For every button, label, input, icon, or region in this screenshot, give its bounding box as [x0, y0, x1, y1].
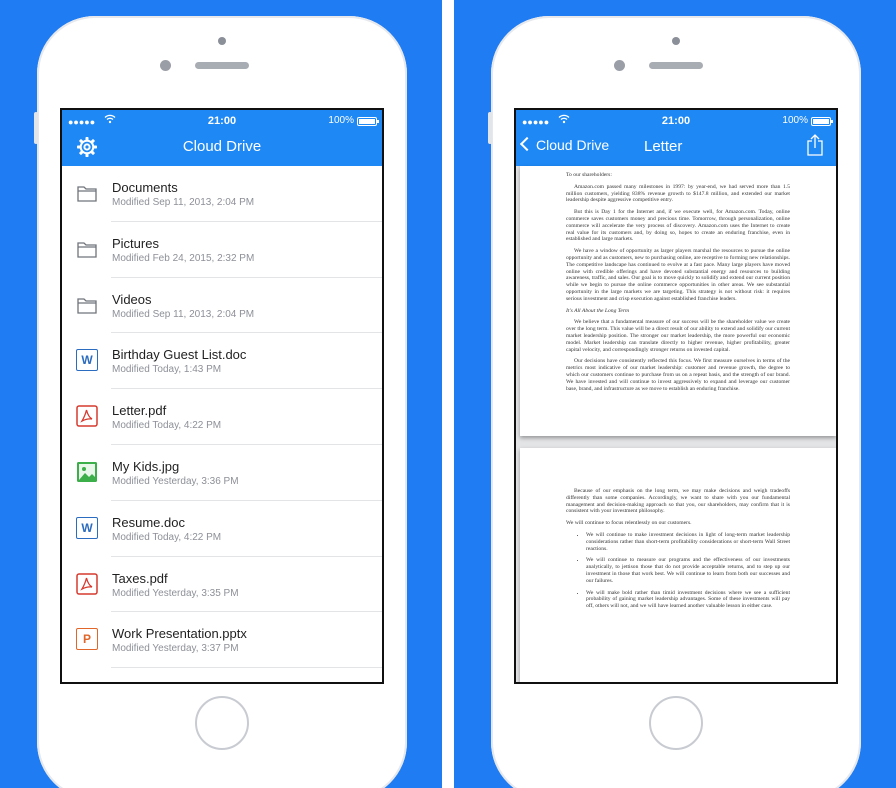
- battery-percent: 100%: [328, 115, 354, 126]
- file-modified: Modified Today, 4:22 PM: [112, 420, 222, 432]
- home-button[interactable]: [195, 696, 249, 750]
- file-modified: Modified Yesterday, 3:37 PM: [112, 643, 239, 655]
- folder-icon: [76, 294, 98, 316]
- file-row-my-kids[interactable]: My Kids.jpg Modified Yesterday, 3:36 PM: [62, 445, 382, 501]
- document-viewer[interactable]: To our shareholders: Amazon.com passed m…: [516, 166, 836, 682]
- document-page-2: Because of our emphasis on the long term…: [520, 448, 836, 682]
- right-panel: ●●●●● 21:00 100% Cloud Drive Letter To o…: [454, 0, 896, 788]
- file-modified: Modified Sep 11, 2013, 2:04 PM: [112, 197, 255, 208]
- file-row-letter[interactable]: Letter.pdf Modified Today, 4:22 PM: [62, 389, 382, 445]
- file-modified: Modified Feb 24, 2015, 2:32 PM: [112, 252, 255, 264]
- file-modified: Modified Yesterday, 3:36 PM: [112, 475, 239, 487]
- word-doc-icon: W: [76, 349, 98, 372]
- phone-frame: ●●●●● 21:00 100% Cloud Drive Documents M…: [34, 16, 407, 788]
- powerpoint-icon: P: [76, 628, 98, 651]
- proximity-sensor: [160, 60, 171, 71]
- file-row-work-presentation[interactable]: P Work Presentation.pptx Modified Yester…: [62, 612, 382, 669]
- letter-salutation: To our shareholders:: [566, 172, 612, 178]
- screen: ●●●●● 21:00 100% Cloud Drive Documents M…: [60, 108, 384, 684]
- word-badge: W: [76, 516, 98, 539]
- nav-title: Letter: [644, 138, 683, 155]
- file-name: Work Presentation.pptx: [112, 626, 247, 642]
- file-row-taxes[interactable]: Taxes.pdf Modified Yesterday, 3:35 PM: [62, 557, 382, 613]
- folder-icon: [76, 238, 98, 260]
- back-button[interactable]: Cloud Drive: [519, 136, 610, 153]
- letter-paragraph: But this is Day 1 for the Internet and, …: [566, 209, 790, 243]
- letter-bullet: We will make bold rather than timid inve…: [586, 590, 790, 610]
- pdf-icon: [76, 405, 98, 427]
- file-list: Documents Modified Sep 11, 2013, 2:04 PM…: [62, 166, 382, 669]
- screen: ●●●●● 21:00 100% Cloud Drive Letter To o…: [514, 108, 838, 684]
- letter-paragraph: Because of our emphasis on the long term…: [566, 488, 790, 515]
- powerpoint-badge: P: [76, 628, 98, 651]
- file-modified: Modified Today, 4:22 PM: [112, 531, 222, 543]
- file-name: My Kids.jpg: [112, 458, 180, 474]
- earpiece-speaker: [649, 62, 703, 69]
- front-camera: [218, 37, 226, 45]
- letter-bullet: We will continue to measure our programs…: [586, 557, 790, 584]
- file-modified: Modified Today, 1:43 PM: [112, 364, 222, 376]
- mute-switch: [34, 112, 38, 144]
- file-modified: Modified Yesterday, 3:35 PM: [112, 587, 239, 599]
- letter-paragraph: Amazon.com passed many milestones in 199…: [566, 183, 790, 204]
- pdf-icon: [76, 572, 98, 595]
- back-label: Cloud Drive: [536, 137, 610, 153]
- battery-percent: 100%: [782, 115, 808, 126]
- letter-bullet-list: We will continue to make investment deci…: [578, 532, 790, 610]
- file-name: Taxes.pdf: [112, 570, 168, 586]
- phone-frame: ●●●●● 21:00 100% Cloud Drive Letter To o…: [488, 16, 861, 788]
- image-icon: [76, 461, 98, 483]
- file-row-documents[interactable]: Documents Modified Sep 11, 2013, 2:04 PM: [62, 166, 382, 222]
- proximity-sensor: [614, 60, 625, 71]
- file-row-resume[interactable]: W Resume.doc Modified Today, 4:22 PM: [62, 501, 382, 557]
- letter-paragraph: We believe that a fundamental measure of…: [566, 319, 790, 353]
- chevron-left-icon: [519, 136, 535, 152]
- letter-heading: It's All About the Long Term: [566, 307, 630, 314]
- folder-icon: [76, 182, 98, 204]
- share-icon[interactable]: [806, 134, 824, 156]
- mute-switch: [488, 112, 492, 144]
- nav-title: Cloud Drive: [182, 138, 262, 155]
- battery-icon: [357, 117, 379, 126]
- letter-paragraph: We have a window of opportunity as large…: [566, 248, 790, 302]
- file-name: Pictures: [112, 235, 159, 251]
- letter-paragraph: Our decisions have consistently reflecte…: [566, 358, 790, 392]
- status-bar: ●●●●● 21:00 100%: [516, 114, 836, 129]
- file-name: Letter.pdf: [112, 403, 167, 419]
- file-row-birthday-guest-list[interactable]: W Birthday Guest List.doc Modified Today…: [62, 333, 382, 390]
- navigation-bar: ●●●●● 21:00 100% Cloud Drive: [62, 110, 382, 166]
- earpiece-speaker: [195, 62, 249, 69]
- file-name: Birthday Guest List.doc: [112, 347, 247, 363]
- file-row-videos[interactable]: Videos Modified Sep 11, 2013, 2:04 PM: [62, 278, 382, 334]
- home-button[interactable]: [649, 696, 703, 750]
- letter-paragraph: We will continue to focus relentlessly o…: [566, 520, 692, 527]
- battery-icon: [811, 117, 833, 126]
- file-name: Documents: [112, 180, 178, 195]
- status-bar: ●●●●● 21:00 100%: [62, 114, 382, 129]
- letter-bullet: We will continue to make investment deci…: [586, 532, 790, 552]
- document-page-1: To our shareholders: Amazon.com passed m…: [520, 166, 836, 436]
- front-camera: [672, 37, 680, 45]
- file-name: Videos: [112, 291, 152, 307]
- word-badge: W: [76, 349, 98, 372]
- word-doc-icon: W: [76, 516, 98, 539]
- navigation-bar: ●●●●● 21:00 100% Cloud Drive Letter: [516, 110, 836, 166]
- row-separator: [111, 667, 382, 669]
- file-modified: Modified Sep 11, 2013, 2:04 PM: [112, 308, 255, 320]
- file-row-pictures[interactable]: Pictures Modified Feb 24, 2015, 2:32 PM: [62, 222, 382, 278]
- left-panel: ●●●●● 21:00 100% Cloud Drive Documents M…: [0, 0, 442, 788]
- file-name: Resume.doc: [112, 514, 185, 530]
